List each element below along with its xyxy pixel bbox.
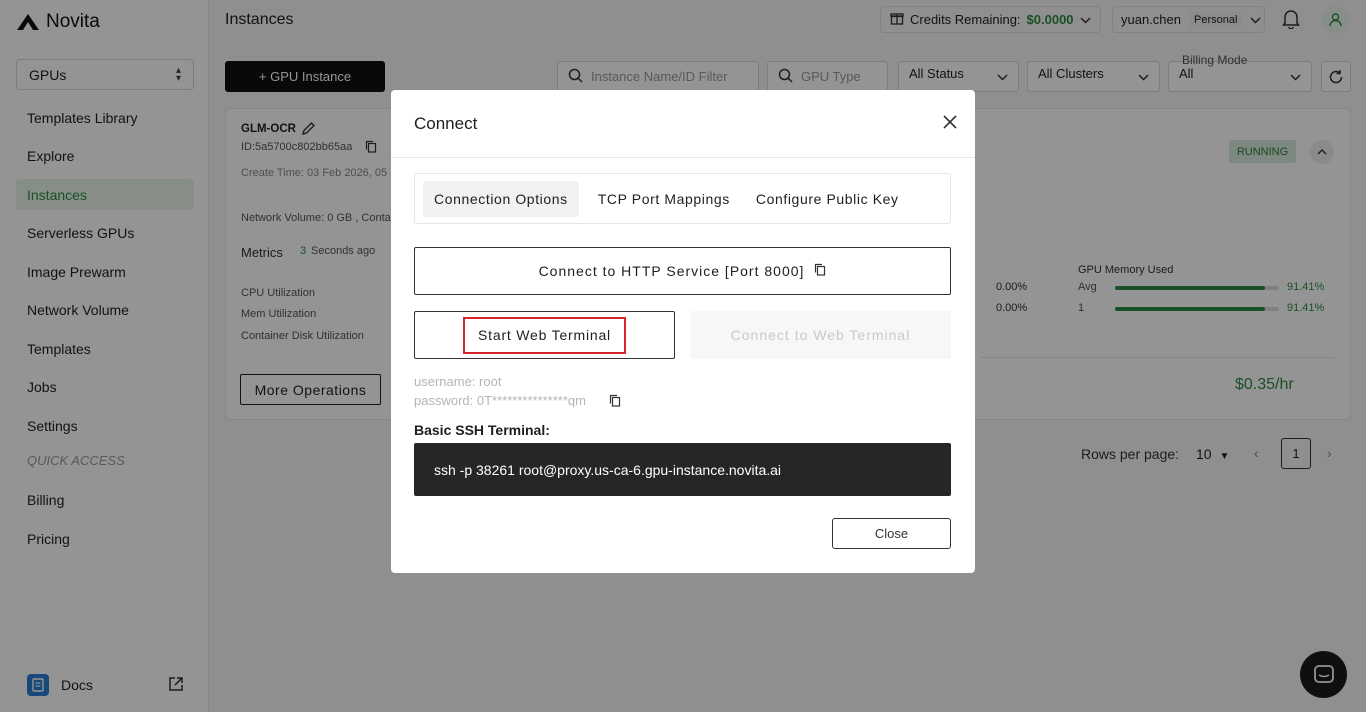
ssh-terminal-heading: Basic SSH Terminal: <box>414 422 550 438</box>
connect-tabs: Connection Options TCP Port Mappings Con… <box>414 173 951 224</box>
ssh-command-box[interactable]: ssh -p 38261 root@proxy.us-ca-6.gpu-inst… <box>414 443 951 496</box>
close-icon[interactable] <box>943 115 957 132</box>
modal-header: Connect <box>391 90 975 158</box>
close-button[interactable]: Close <box>832 518 951 549</box>
connect-modal: Connect Connection Options TCP Port Mapp… <box>391 90 975 573</box>
ssh-command: ssh -p 38261 root@proxy.us-ca-6.gpu-inst… <box>434 461 782 478</box>
tab-tcp-port-mappings[interactable]: TCP Port Mappings <box>587 181 741 217</box>
copy-password-icon[interactable] <box>609 394 621 410</box>
tab-configure-public-key[interactable]: Configure Public Key <box>745 181 910 217</box>
connect-web-terminal-button[interactable]: Connect to Web Terminal <box>690 311 951 359</box>
start-web-terminal-button[interactable]: Start Web Terminal <box>414 311 675 359</box>
tab-connection-options[interactable]: Connection Options <box>423 180 579 217</box>
connect-http-service-button[interactable]: Connect to HTTP Service [Port 8000] <box>414 247 951 295</box>
ssh-password: password: 0T***************qm <box>414 393 586 408</box>
connect-http-service-label: Connect to HTTP Service [Port 8000] <box>538 263 805 279</box>
modal-title: Connect <box>414 113 478 133</box>
start-web-terminal-label: Start Web Terminal <box>463 316 626 354</box>
ssh-username: username: root <box>414 374 502 389</box>
copy-icon <box>814 263 826 279</box>
